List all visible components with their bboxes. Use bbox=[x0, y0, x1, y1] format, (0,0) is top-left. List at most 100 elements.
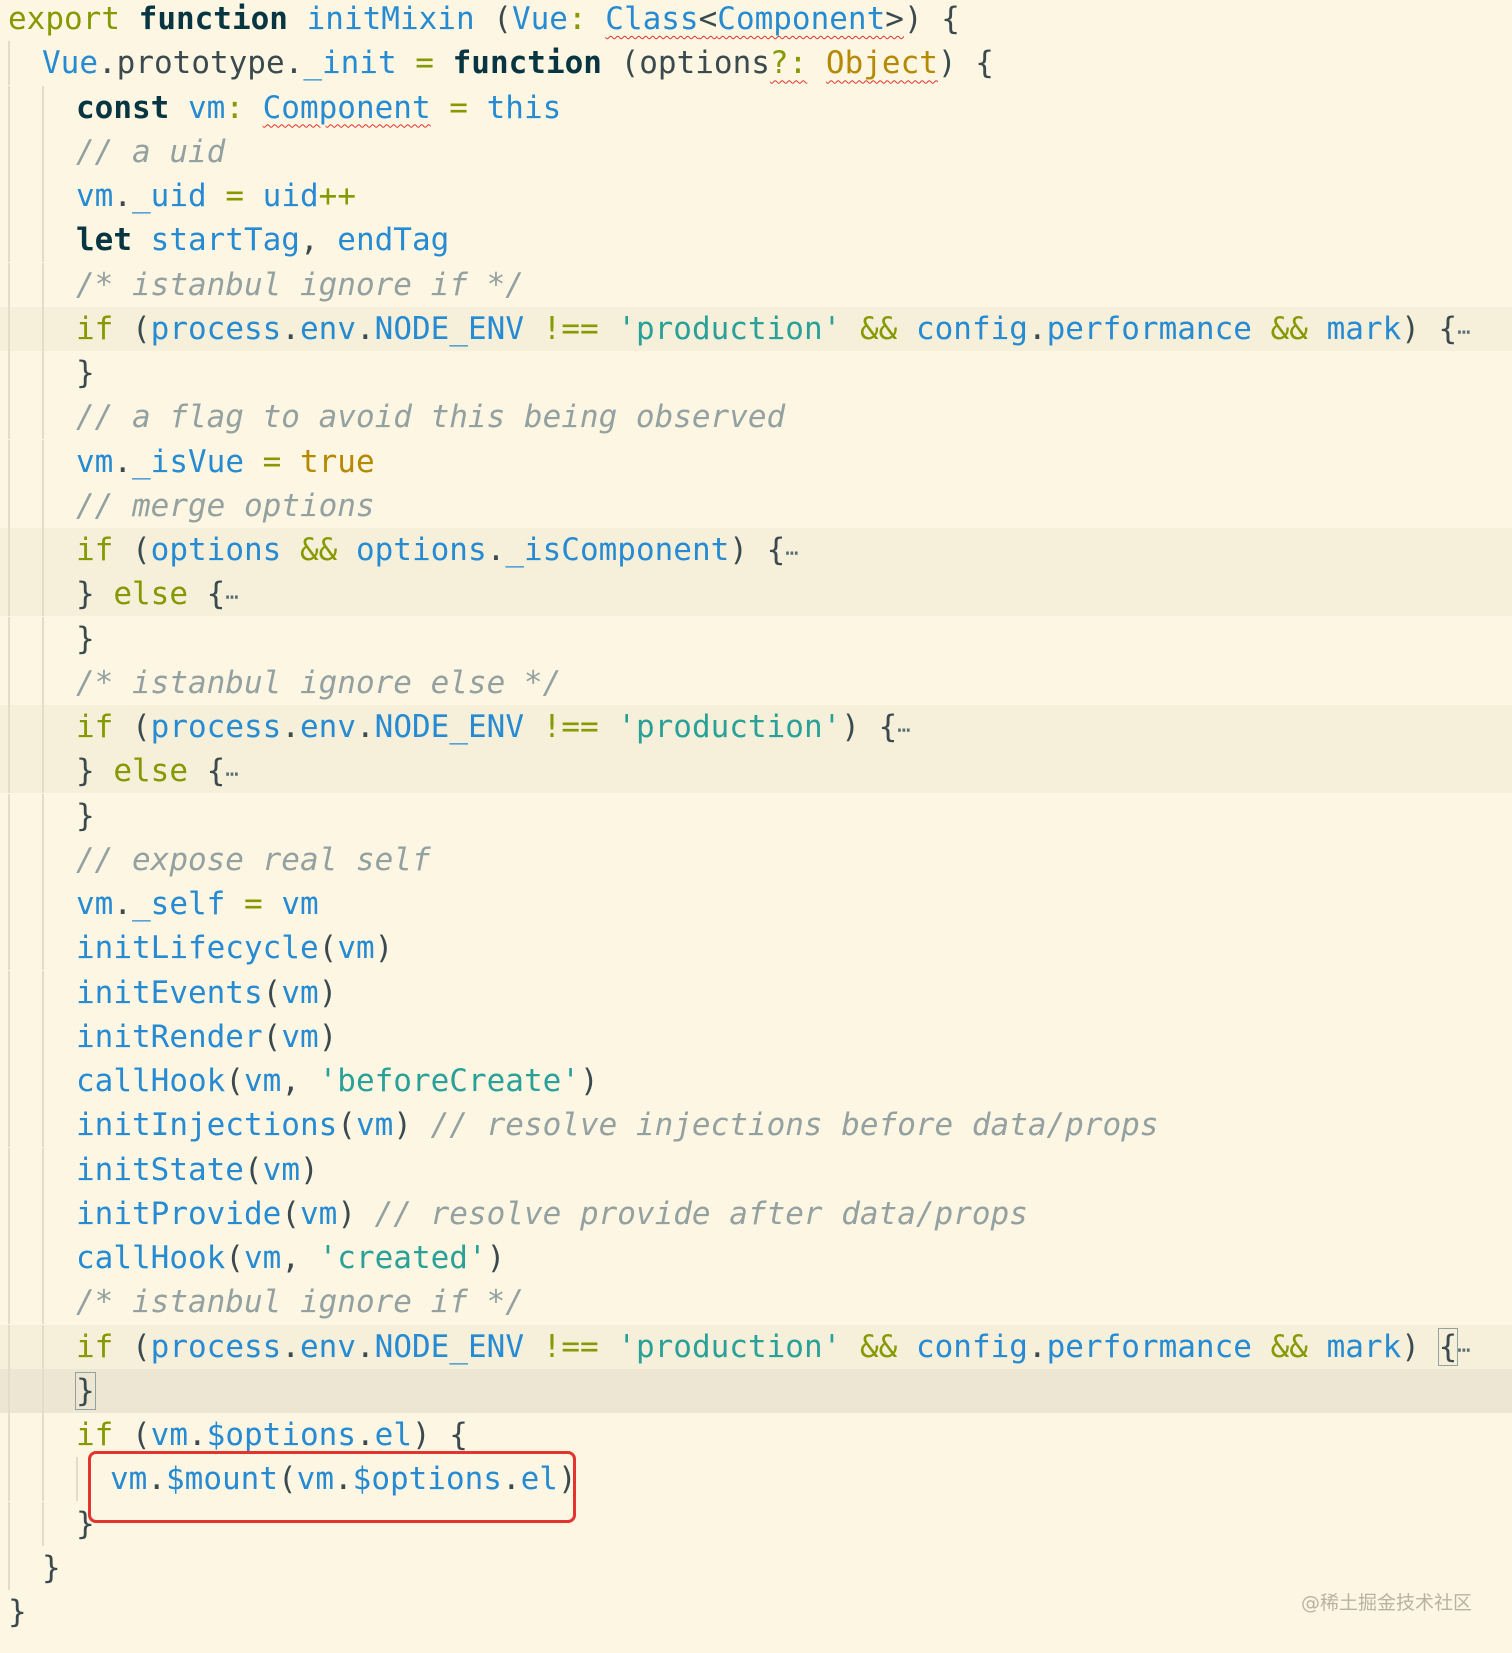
code-line[interactable]: /* istanbul ignore if */ bbox=[0, 262, 1512, 307]
code-text: } else {⋯ bbox=[76, 749, 239, 797]
code-token: (options bbox=[620, 45, 770, 82]
code-token: ) { bbox=[729, 532, 786, 568]
code-token: _init bbox=[303, 45, 416, 82]
code-token: = bbox=[243, 886, 282, 922]
code-token: && bbox=[1270, 1328, 1327, 1365]
fold-ellipsis-icon[interactable]: ⋯ bbox=[897, 718, 910, 743]
code-token: , bbox=[281, 1240, 319, 1276]
code-token: ) { bbox=[841, 709, 898, 745]
code-line[interactable]: initState(vm) bbox=[0, 1147, 1512, 1192]
code-token: ( bbox=[132, 310, 151, 347]
code-text: } bbox=[42, 1546, 61, 1590]
code-line[interactable]: initInjections(vm) // resolve injections… bbox=[0, 1103, 1512, 1148]
code-token: Component bbox=[717, 1, 886, 37]
code-line[interactable]: if (process.env.NODE_ENV !== 'production… bbox=[0, 1324, 1512, 1369]
code-line[interactable]: } bbox=[0, 1545, 1512, 1590]
code-line[interactable]: Vue.prototype._init = function (options?… bbox=[0, 41, 1512, 86]
code-token: initInjections bbox=[76, 1107, 338, 1144]
code-text: export function initMixin (Vue: Class<Co… bbox=[8, 0, 960, 41]
code-line[interactable]: const vm: Component = this bbox=[0, 85, 1512, 130]
code-line[interactable]: } bbox=[0, 793, 1512, 838]
code-token: callHook bbox=[76, 1063, 226, 1099]
code-token: process bbox=[150, 1328, 282, 1365]
code-line[interactable]: vm._self = vm bbox=[0, 882, 1512, 926]
code-token: } bbox=[76, 576, 114, 613]
code-text: callHook(vm, 'created') bbox=[76, 1236, 505, 1280]
code-line[interactable]: initLifecycle(vm) bbox=[0, 926, 1512, 971]
indent-guide bbox=[42, 572, 44, 617]
code-line[interactable]: } bbox=[0, 1590, 1512, 1634]
code-line[interactable]: callHook(vm, 'created') bbox=[0, 1236, 1512, 1280]
code-line[interactable]: vm._isVue = true bbox=[0, 439, 1512, 484]
fold-ellipsis-icon[interactable]: ⋯ bbox=[1457, 320, 1470, 345]
code-token: initState bbox=[76, 1151, 244, 1188]
code-token: vm bbox=[281, 1018, 319, 1055]
code-editor[interactable]: export function initMixin (Vue: Class<Co… bbox=[0, 0, 1512, 1653]
code-line[interactable]: // a uid bbox=[0, 129, 1512, 174]
fold-ellipsis-icon[interactable]: ⋯ bbox=[225, 762, 238, 787]
code-token: { bbox=[206, 753, 226, 790]
fold-ellipsis-icon[interactable]: ⋯ bbox=[225, 585, 238, 610]
code-line[interactable]: } bbox=[0, 1368, 1512, 1413]
code-token: && bbox=[1270, 310, 1327, 347]
indent-guide bbox=[8, 351, 10, 395]
code-line[interactable]: // merge options bbox=[0, 483, 1512, 528]
code-line[interactable]: /* istanbul ignore if */ bbox=[0, 1280, 1512, 1325]
code-line[interactable]: if (process.env.NODE_ENV !== 'production… bbox=[0, 306, 1512, 351]
code-line[interactable]: // a flag to avoid this being observed bbox=[0, 395, 1512, 440]
code-token: el bbox=[374, 1417, 412, 1453]
code-text: const vm: Component = this bbox=[76, 86, 561, 130]
code-line[interactable]: if (process.env.NODE_ENV !== 'production… bbox=[0, 705, 1512, 749]
code-text: Vue.prototype._init = function (options?… bbox=[42, 41, 994, 85]
code-line[interactable]: } bbox=[0, 616, 1512, 661]
code-line[interactable]: } bbox=[0, 351, 1512, 395]
indent-guide bbox=[8, 483, 10, 528]
indent-guide bbox=[42, 1501, 44, 1546]
code-token: .prototype. bbox=[98, 45, 304, 82]
code-line[interactable]: vm._uid = uid++ bbox=[0, 174, 1512, 218]
indent-guide bbox=[8, 1545, 10, 1590]
code-text: initEvents(vm) bbox=[76, 971, 337, 1015]
code-token: endTag bbox=[337, 222, 450, 259]
indent-guide bbox=[42, 705, 44, 749]
code-token: initLifecycle bbox=[76, 930, 319, 967]
code-line[interactable]: initEvents(vm) bbox=[0, 970, 1512, 1015]
code-token: !== bbox=[542, 1328, 618, 1365]
code-line[interactable]: if (options && options._isComponent) {⋯ bbox=[0, 528, 1512, 572]
code-token: > bbox=[885, 1, 904, 37]
code-token: env bbox=[300, 709, 356, 745]
code-line[interactable]: callHook(vm, 'beforeCreate') bbox=[0, 1059, 1512, 1103]
code-token: function bbox=[138, 1, 307, 37]
code-line[interactable]: /* istanbul ignore else */ bbox=[0, 660, 1512, 705]
indent-guide bbox=[8, 705, 10, 749]
fold-ellipsis-icon[interactable]: ⋯ bbox=[785, 541, 798, 566]
code-token: , bbox=[281, 1063, 319, 1099]
code-token: // resolve provide after data/props bbox=[374, 1195, 1028, 1232]
code-text: vm._isVue = true bbox=[76, 440, 375, 484]
indent-guide bbox=[8, 616, 10, 661]
code-token: performance bbox=[1046, 310, 1271, 347]
code-token: startTag bbox=[150, 222, 300, 259]
code-line[interactable]: initRender(vm) bbox=[0, 1014, 1512, 1059]
fold-ellipsis-icon[interactable]: ⋯ bbox=[1457, 1338, 1470, 1363]
code-token: ) bbox=[1401, 1328, 1439, 1365]
indent-guide bbox=[42, 1103, 44, 1148]
code-token: . bbox=[356, 1328, 375, 1365]
code-line[interactable]: } else {⋯ bbox=[0, 749, 1512, 794]
code-token: . bbox=[281, 709, 300, 745]
code-token: ) { bbox=[937, 45, 994, 82]
indent-guide bbox=[42, 483, 44, 528]
indent-guide bbox=[42, 1059, 44, 1103]
code-line[interactable]: let startTag, endTag bbox=[0, 218, 1512, 263]
code-line[interactable]: initProvide(vm) // resolve provide after… bbox=[0, 1191, 1512, 1236]
indent-guide bbox=[8, 1501, 10, 1546]
code-token: _uid bbox=[132, 178, 226, 214]
code-token: // a flag to avoid this being observed bbox=[76, 399, 786, 436]
code-token: process bbox=[150, 310, 282, 347]
indent-guide bbox=[8, 926, 10, 971]
code-token: vm bbox=[281, 886, 319, 922]
indent-guide bbox=[8, 882, 10, 926]
code-line[interactable]: // expose real self bbox=[0, 837, 1512, 882]
code-line[interactable]: export function initMixin (Vue: Class<Co… bbox=[0, 0, 1512, 41]
code-line[interactable]: } else {⋯ bbox=[0, 572, 1512, 617]
